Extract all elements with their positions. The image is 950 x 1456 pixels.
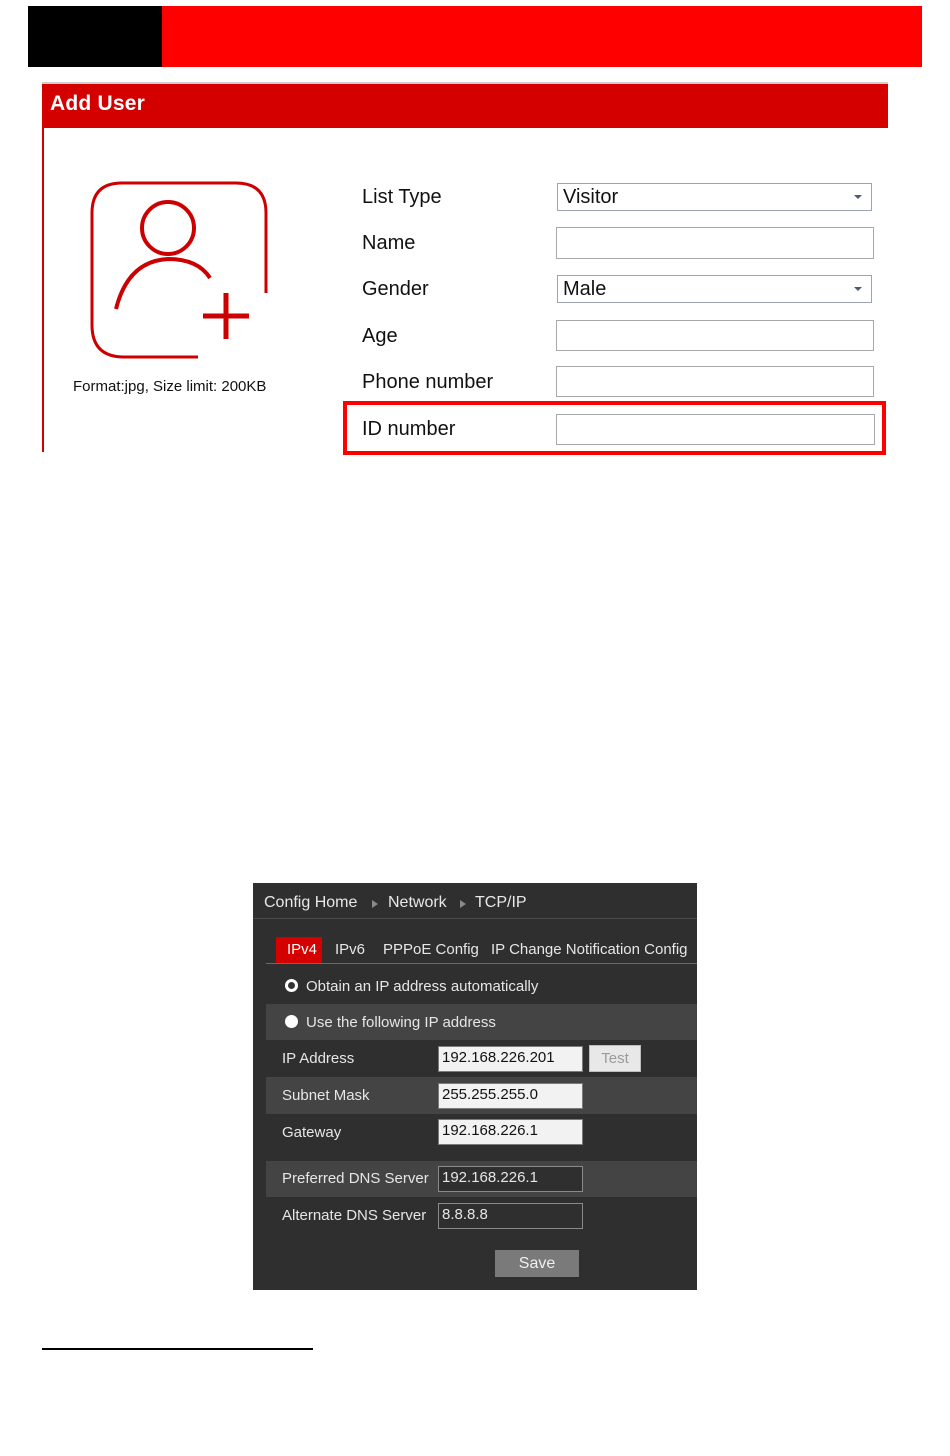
breadcrumb-network[interactable]: Network (388, 894, 447, 912)
chevron-down-icon (854, 287, 862, 291)
radio-use-following[interactable] (285, 1015, 298, 1028)
photo-format-hint: Format:jpg, Size limit: 200KB (73, 378, 267, 395)
banner-black-block (28, 6, 162, 67)
alternate-dns-label: Alternate DNS Server (282, 1207, 427, 1224)
list-type-label: List Type (362, 186, 442, 208)
subnet-mask-label: Subnet Mask (282, 1087, 370, 1104)
radio-use-following-label: Use the following IP address (306, 1014, 496, 1031)
list-type-select[interactable]: Visitor (557, 183, 872, 211)
gender-select[interactable]: Male (557, 275, 872, 303)
gender-value: Male (563, 278, 607, 300)
id-number-highlight-box (343, 401, 886, 455)
breadcrumb-arrow-icon (460, 900, 466, 908)
footnote-divider (42, 1348, 313, 1350)
breadcrumb-divider (253, 918, 697, 919)
add-user-header (42, 84, 888, 128)
alternate-dns-input[interactable]: 8.8.8.8 (438, 1203, 583, 1229)
gateway-label: Gateway (282, 1124, 342, 1141)
preferred-dns-label: Preferred DNS Server (282, 1170, 429, 1187)
tab-pppoe-config[interactable]: PPPoE Config (383, 941, 479, 958)
breadcrumb-tcpip: TCP/IP (475, 894, 527, 911)
breadcrumb-arrow-icon (372, 900, 378, 908)
phone-number-label: Phone number (362, 371, 494, 393)
subnet-mask-input[interactable]: 255.255.255.0 (438, 1083, 583, 1109)
preferred-dns-input[interactable]: 192.168.226.1 (438, 1166, 583, 1192)
name-input[interactable] (556, 227, 874, 259)
phone-number-input[interactable] (556, 366, 874, 397)
list-type-value: Visitor (563, 186, 619, 208)
gateway-input[interactable]: 192.168.226.1 (438, 1119, 583, 1145)
add-user-icon[interactable] (90, 181, 268, 359)
tab-ip-change-notification-config[interactable]: IP Change Notification Config (491, 941, 688, 958)
tab-underline (266, 963, 697, 964)
tab-ipv4-label[interactable]: IPv4 (287, 941, 317, 958)
ip-address-label: IP Address (282, 1050, 355, 1067)
add-user-title: Add User (50, 92, 145, 115)
banner-red-bar (162, 6, 922, 67)
radio-obtain-auto[interactable] (285, 979, 298, 992)
save-button[interactable]: Save (495, 1250, 579, 1277)
breadcrumb-config-home[interactable]: Config Home (264, 894, 357, 912)
age-input[interactable] (556, 320, 874, 351)
tab-ipv6[interactable]: IPv6 (335, 941, 365, 958)
name-label: Name (362, 232, 416, 254)
dialog-left-border (42, 128, 44, 452)
age-label: Age (362, 325, 398, 347)
chevron-down-icon (854, 195, 862, 199)
radio-obtain-auto-label: Obtain an IP address automatically (306, 978, 539, 995)
gender-label: Gender (362, 278, 429, 300)
test-button[interactable]: Test (589, 1045, 641, 1072)
ip-address-input[interactable]: 192.168.226.201 (438, 1046, 583, 1072)
